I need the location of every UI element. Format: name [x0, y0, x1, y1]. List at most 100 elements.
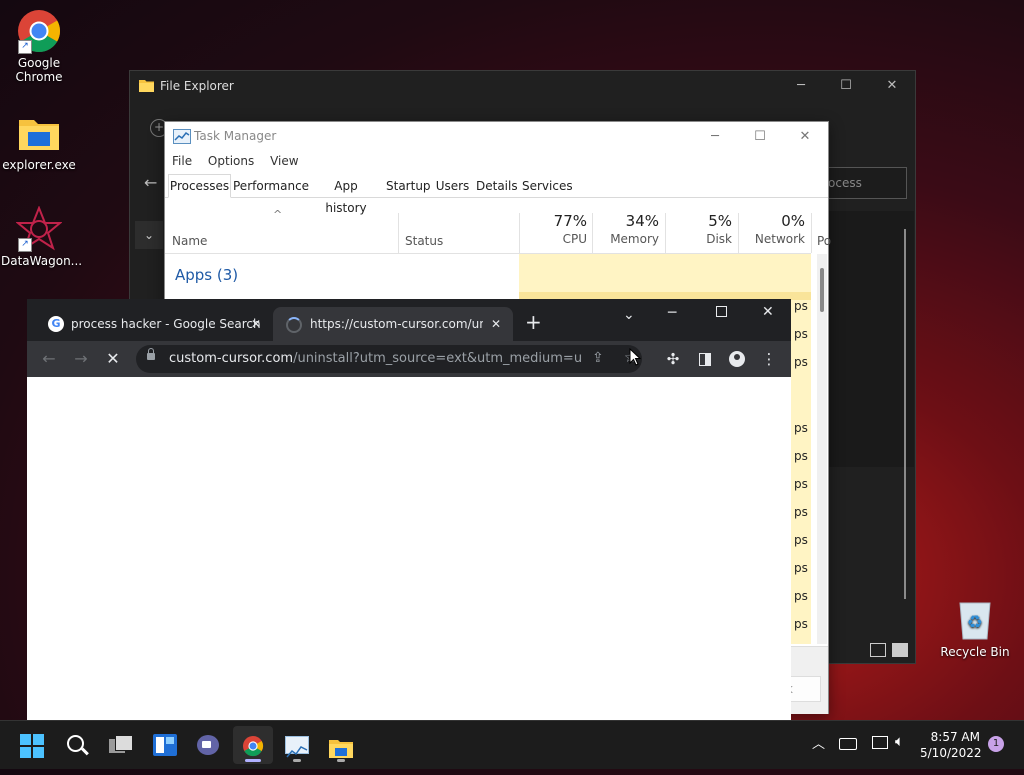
- tab-users[interactable]: Users: [435, 175, 470, 197]
- column-divider: [811, 213, 812, 253]
- task-manager-icon: [173, 129, 191, 144]
- file-explorer-taskbar-button[interactable]: [321, 726, 361, 764]
- back-arrow-icon[interactable]: ←: [144, 173, 157, 192]
- address-bar[interactable]: custom-cursor.com/uninstall?utm_source=e…: [136, 345, 642, 373]
- forward-arrow-icon[interactable]: →: [69, 347, 93, 371]
- search-placeholder: ocess: [828, 176, 862, 190]
- maximize-button[interactable]: ☐: [823, 71, 869, 101]
- chrome-tab-google-search[interactable]: G process hacker - Google Search ✕: [37, 307, 273, 341]
- start-button[interactable]: [12, 726, 52, 764]
- column-header-cpu[interactable]: 77% CPU: [525, 212, 587, 246]
- widgets-icon[interactable]: [145, 726, 185, 764]
- more-menu-icon[interactable]: ⋮: [757, 347, 781, 371]
- tab-performance[interactable]: Performance: [233, 175, 309, 197]
- running-indicator: [337, 759, 345, 762]
- maximize-button[interactable]: [716, 306, 727, 317]
- google-icon: G: [48, 316, 64, 332]
- window-title: File Explorer: [160, 79, 234, 93]
- minimize-button[interactable]: ─: [692, 122, 738, 152]
- scrollbar-thumb[interactable]: [820, 268, 824, 312]
- network-icon[interactable]: [872, 736, 888, 749]
- minimize-button[interactable]: ─: [668, 305, 676, 321]
- memory-percent: 34%: [625, 212, 659, 230]
- close-button[interactable]: ✕: [869, 71, 915, 101]
- tab-app-history[interactable]: App history: [313, 175, 379, 215]
- volume-icon[interactable]: 🔈︎: [895, 732, 904, 750]
- page-content[interactable]: [27, 377, 791, 720]
- menu-view[interactable]: View: [270, 154, 298, 168]
- menu-options[interactable]: Options: [208, 154, 254, 168]
- share-icon[interactable]: ⇪: [592, 350, 604, 366]
- tab-title: process hacker - Google Search: [71, 317, 261, 331]
- tab-services[interactable]: Services: [522, 175, 573, 197]
- column-header-network[interactable]: 0% Network: [741, 212, 805, 246]
- desktop-icon-label: Recycle Bin: [940, 645, 1010, 659]
- chrome-taskbar-button[interactable]: [233, 726, 273, 764]
- active-indicator: [245, 759, 261, 762]
- chevron-down-icon[interactable]: ⌄: [135, 221, 163, 249]
- tab-search-icon[interactable]: ⌄: [623, 307, 635, 323]
- cpu-label: CPU: [562, 232, 587, 246]
- chrome-window[interactable]: G process hacker - Google Search ✕ https…: [27, 299, 791, 720]
- menu-file[interactable]: File: [172, 154, 192, 168]
- scrollbar[interactable]: [904, 229, 906, 599]
- chrome-toolbar: ← → ✕ custom-cursor.com/uninstall?utm_so…: [27, 341, 791, 377]
- scrollbar[interactable]: [817, 254, 827, 644]
- close-tab-icon[interactable]: ✕: [251, 307, 261, 341]
- tab-details[interactable]: Details: [476, 175, 518, 197]
- stop-loading-icon[interactable]: ✕: [101, 347, 125, 371]
- side-panel-icon[interactable]: [693, 347, 717, 371]
- search-input[interactable]: ocess: [823, 167, 907, 199]
- windows-logo-icon: [20, 734, 44, 758]
- column-header-memory[interactable]: 34% Memory: [595, 212, 659, 246]
- recycle-bin-icon: ♻: [952, 597, 998, 643]
- running-indicator: [293, 759, 301, 762]
- column-header-disk[interactable]: 5% Disk: [670, 212, 732, 246]
- clock[interactable]: 8:57 AM 5/10/2022: [920, 729, 982, 761]
- desktop-icon-explorer[interactable]: explorer.exe: [1, 110, 77, 172]
- desktop-icon-label: Google Chrome: [15, 56, 63, 84]
- desktop-icon-chrome[interactable]: ↗ Google Chrome: [1, 8, 77, 84]
- desktop-icon-label: DataWagon...: [1, 254, 83, 268]
- desktop-icon-recycle-bin[interactable]: ♻ Recycle Bin: [937, 597, 1013, 659]
- task-view-icon[interactable]: [101, 726, 141, 764]
- group-header-apps[interactable]: Apps (3): [175, 266, 238, 284]
- column-header-name[interactable]: Name: [172, 234, 207, 248]
- chrome-tab-custom-cursor[interactable]: https://custom-cursor.com/unins ✕: [273, 307, 513, 341]
- keyboard-icon[interactable]: [839, 738, 857, 750]
- search-icon[interactable]: [57, 726, 97, 764]
- notification-badge[interactable]: 1: [988, 736, 1004, 752]
- maximize-button[interactable]: ☐: [737, 122, 783, 152]
- sort-arrow-icon: ^: [273, 208, 283, 221]
- url-domain: custom-cursor.com: [169, 351, 294, 366]
- close-button[interactable]: ✕: [782, 122, 828, 152]
- desktop-icon-datawagon[interactable]: ↗ DataWagon...: [1, 205, 83, 268]
- chrome-icon: ↗: [16, 8, 62, 54]
- tab-processes[interactable]: Processes: [168, 174, 231, 198]
- column-header-status[interactable]: Status: [405, 234, 443, 248]
- clock-date: 5/10/2022: [920, 746, 982, 760]
- memory-label: Memory: [610, 232, 659, 246]
- show-hidden-icons-chevron-icon[interactable]: ︿: [812, 733, 825, 752]
- minimize-button[interactable]: ─: [778, 71, 824, 101]
- extensions-icon[interactable]: ✣: [661, 347, 685, 371]
- datawagon-icon: ↗: [15, 205, 63, 252]
- task-manager-taskbar-button[interactable]: [277, 726, 317, 764]
- url-text: custom-cursor.com/uninstall?utm_source=e…: [169, 351, 583, 366]
- profile-avatar-icon[interactable]: [725, 347, 749, 371]
- disk-label: Disk: [706, 232, 732, 246]
- tiles-view-icon[interactable]: [892, 643, 908, 657]
- column-divider: [665, 213, 666, 253]
- menu-bar: File Options View: [172, 154, 311, 168]
- tab-startup[interactable]: Startup: [386, 175, 431, 197]
- details-view-icon[interactable]: [870, 643, 886, 657]
- teams-chat-icon[interactable]: [189, 726, 229, 764]
- close-tab-icon[interactable]: ✕: [491, 307, 501, 341]
- new-tab-button[interactable]: +: [525, 312, 542, 332]
- column-divider: [398, 213, 399, 253]
- column-header-power[interactable]: Po: [817, 234, 831, 248]
- back-arrow-icon[interactable]: ←: [37, 347, 61, 371]
- lock-icon: [147, 348, 155, 360]
- close-button[interactable]: ✕: [762, 304, 774, 320]
- taskbar: ︿ 🔈︎ 8:57 AM 5/10/2022 1: [0, 720, 1024, 769]
